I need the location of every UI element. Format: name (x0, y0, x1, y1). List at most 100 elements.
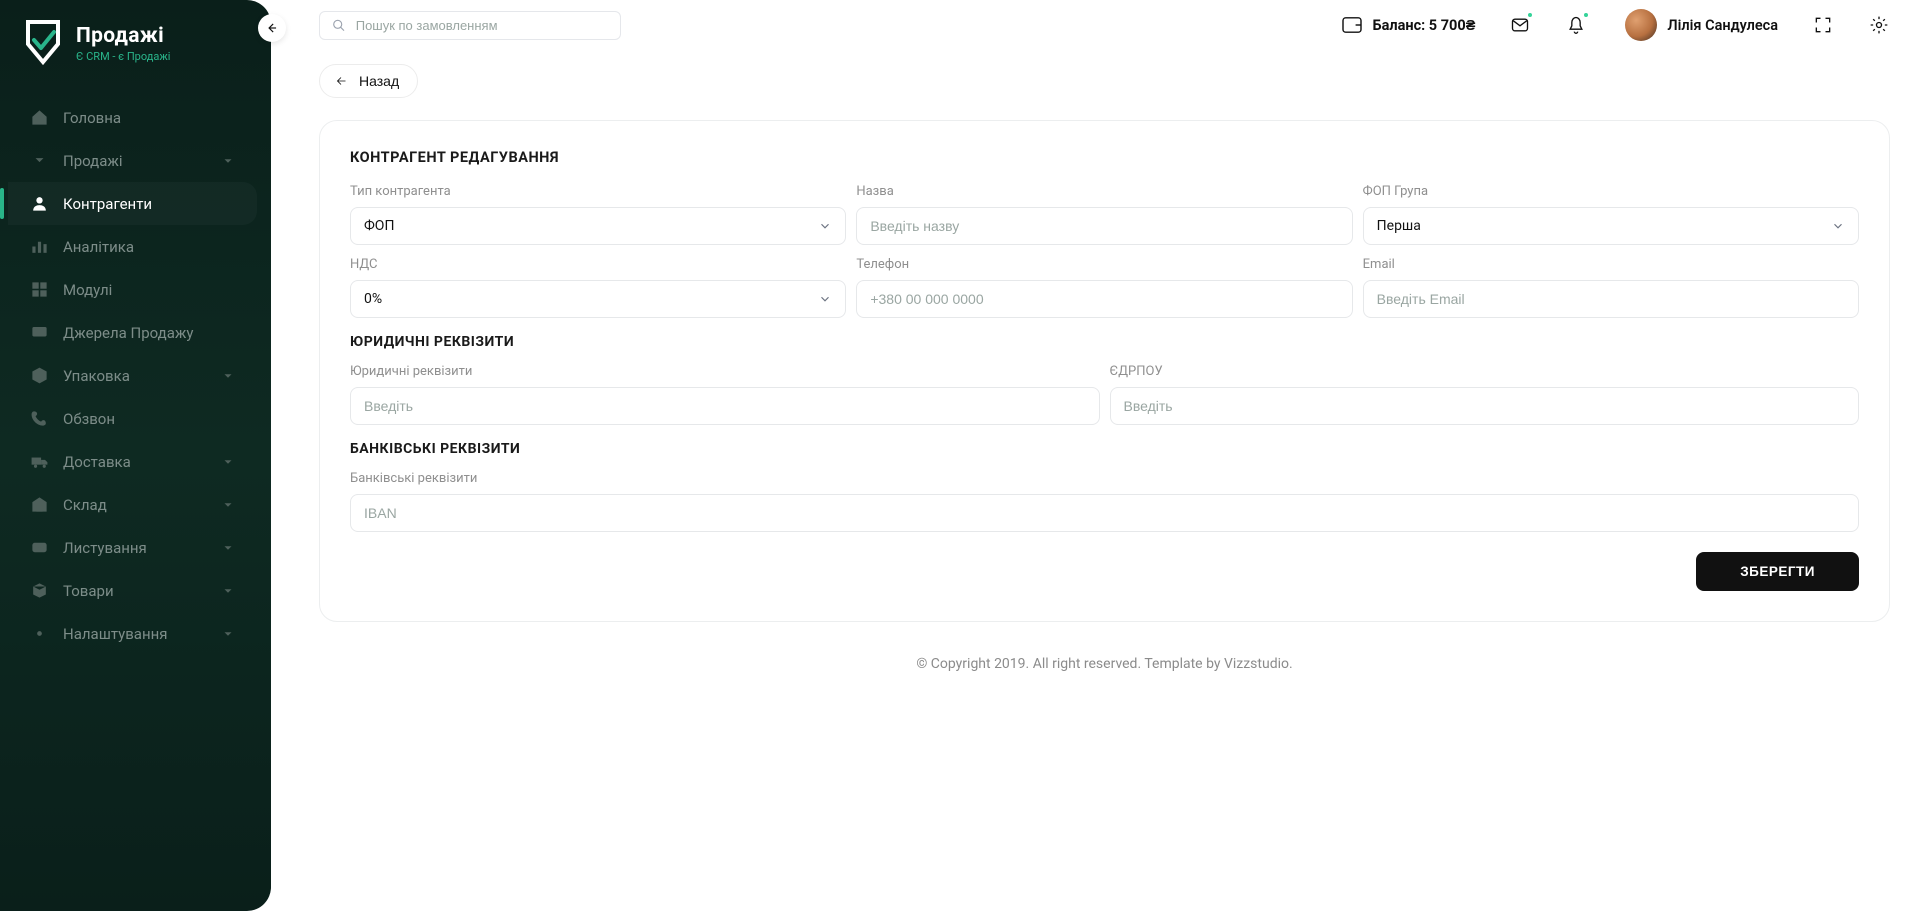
chevron-down-icon (818, 219, 832, 233)
messages-button[interactable] (1509, 14, 1531, 36)
input-legal[interactable] (364, 398, 1086, 414)
select-group[interactable]: Перша (1363, 207, 1859, 245)
person-icon (30, 194, 49, 213)
save-button[interactable]: ЗБЕРЕГТИ (1696, 552, 1859, 591)
search-input[interactable] (356, 18, 608, 33)
sidebar-item-home[interactable]: Головна (8, 96, 257, 139)
sidebar-item-delivery[interactable]: Доставка (8, 440, 257, 483)
sidebar-item-calls[interactable]: Обзвон (8, 397, 257, 440)
sidebar-label: Продажі (63, 152, 123, 170)
input-bank[interactable] (364, 505, 1845, 521)
sidebar-label: Налаштування (63, 625, 168, 643)
label-vat: НДС (350, 257, 846, 272)
chevron-down-icon (221, 154, 235, 168)
bank-header: БАНКІВСЬКІ РЕКВІЗИТИ (350, 441, 1859, 457)
select-type[interactable]: ФОП (350, 207, 846, 245)
chevron-down-icon (221, 498, 235, 512)
label-legal: Юридичні реквізити (350, 364, 1100, 379)
sidebar-item-goods[interactable]: Товари (8, 569, 257, 612)
gear-icon (1869, 15, 1889, 35)
fullscreen-button[interactable] (1812, 14, 1834, 36)
sidebar-item-settings[interactable]: Налаштування (8, 612, 257, 655)
avatar (1625, 9, 1657, 41)
input-name[interactable] (870, 218, 1338, 234)
settings-button[interactable] (1868, 14, 1890, 36)
arrow-left-icon (334, 75, 349, 87)
label-group: ФОП Група (1363, 184, 1859, 199)
input-phone[interactable] (870, 291, 1338, 307)
sidebar-label: Упаковка (63, 367, 130, 385)
label-edrpou: ЄДРПОУ (1110, 364, 1860, 379)
sidebar-collapse-button[interactable] (258, 14, 286, 42)
goods-icon (30, 581, 49, 600)
chevron-down-icon (221, 369, 235, 383)
sidebar-label: Склад (63, 496, 107, 514)
select-vat[interactable]: 0% (350, 280, 846, 318)
select-type-value: ФОП (364, 218, 394, 234)
settings-icon (30, 624, 49, 643)
source-icon (30, 323, 49, 342)
sidebar-item-analytics[interactable]: Аналітика (8, 225, 257, 268)
label-type: Тип контрагента (350, 184, 846, 199)
sidebar-item-sales[interactable]: Продажі (8, 139, 257, 182)
select-group-value: Перша (1377, 218, 1421, 234)
chevron-down-icon (221, 627, 235, 641)
search-wrap (319, 11, 621, 40)
phone-icon (30, 409, 49, 428)
balance-label: Баланс: 5 700₴ (1373, 17, 1476, 34)
wallet-icon (1341, 16, 1363, 34)
sidebar-label: Контрагенти (63, 195, 152, 213)
sidebar-item-counterparties[interactable]: Контрагенти (8, 182, 257, 225)
logo-icon (20, 18, 66, 68)
chevron-down-icon (1831, 219, 1845, 233)
select-vat-value: 0% (364, 291, 382, 307)
chevron-down-icon (221, 584, 235, 598)
footer: © Copyright 2019. All right reserved. Te… (319, 622, 1890, 692)
sidebar-label: Джерела Продажу (63, 324, 193, 342)
sidebar-item-packaging[interactable]: Упаковка (8, 354, 257, 397)
fullscreen-icon (1813, 15, 1833, 35)
label-bank: Банківські реквізити (350, 471, 1859, 486)
sidebar-label: Доставка (63, 453, 131, 471)
warehouse-icon (30, 495, 49, 514)
brand-subtitle: Є CRM - є Продажі (76, 50, 170, 63)
sidebar-item-modules[interactable]: Модулі (8, 268, 257, 311)
sidebar-label: Товари (63, 582, 114, 600)
sale-icon (30, 151, 49, 170)
content: Назад КОНТРАГЕНТ РЕДАГУВАННЯ Тип контраг… (271, 50, 1920, 911)
unread-dot (1526, 11, 1534, 19)
delivery-icon (30, 452, 49, 471)
search-icon (332, 18, 346, 33)
input-edrpou[interactable] (1124, 398, 1846, 414)
label-phone: Телефон (856, 257, 1352, 272)
legal-header: ЮРИДИЧНІ РЕКВІЗИТИ (350, 334, 1859, 350)
label-email: Email (1363, 257, 1859, 272)
sidebar-item-sales-sources[interactable]: Джерела Продажу (8, 311, 257, 354)
logo[interactable]: Продажі Є CRM - є Продажі (0, 18, 271, 86)
sidebar-label: Обзвон (63, 410, 115, 428)
chevron-down-icon (818, 292, 832, 306)
chevron-down-icon (221, 455, 235, 469)
back-label: Назад (359, 73, 399, 89)
sidebar-label: Головна (63, 109, 121, 127)
sidebar-label: Листування (63, 539, 147, 557)
user-name: Лілія Сандулеса (1667, 17, 1778, 34)
main: Баланс: 5 700₴ Лілія Сандулеса (271, 0, 1920, 911)
notifications-button[interactable] (1565, 14, 1587, 36)
home-icon (30, 108, 49, 127)
balance[interactable]: Баланс: 5 700₴ (1341, 16, 1476, 34)
sidebar-item-warehouse[interactable]: Склад (8, 483, 257, 526)
box-icon (30, 366, 49, 385)
topbar: Баланс: 5 700₴ Лілія Сандулеса (271, 0, 1920, 50)
input-email[interactable] (1377, 291, 1845, 307)
user-menu[interactable]: Лілія Сандулеса (1625, 9, 1778, 41)
brand-title: Продажі (76, 24, 170, 48)
arrow-left-icon (265, 21, 279, 35)
page-title: КОНТРАГЕНТ РЕДАГУВАННЯ (350, 149, 1859, 166)
sidebar-item-correspondence[interactable]: Листування (8, 526, 257, 569)
form-card: КОНТРАГЕНТ РЕДАГУВАННЯ Тип контрагента Ф… (319, 120, 1890, 622)
sidebar: Продажі Є CRM - є Продажі Головна Продаж… (0, 0, 271, 911)
sidebar-label: Аналітика (63, 238, 134, 256)
label-name: Назва (856, 184, 1352, 199)
back-button[interactable]: Назад (319, 64, 418, 98)
